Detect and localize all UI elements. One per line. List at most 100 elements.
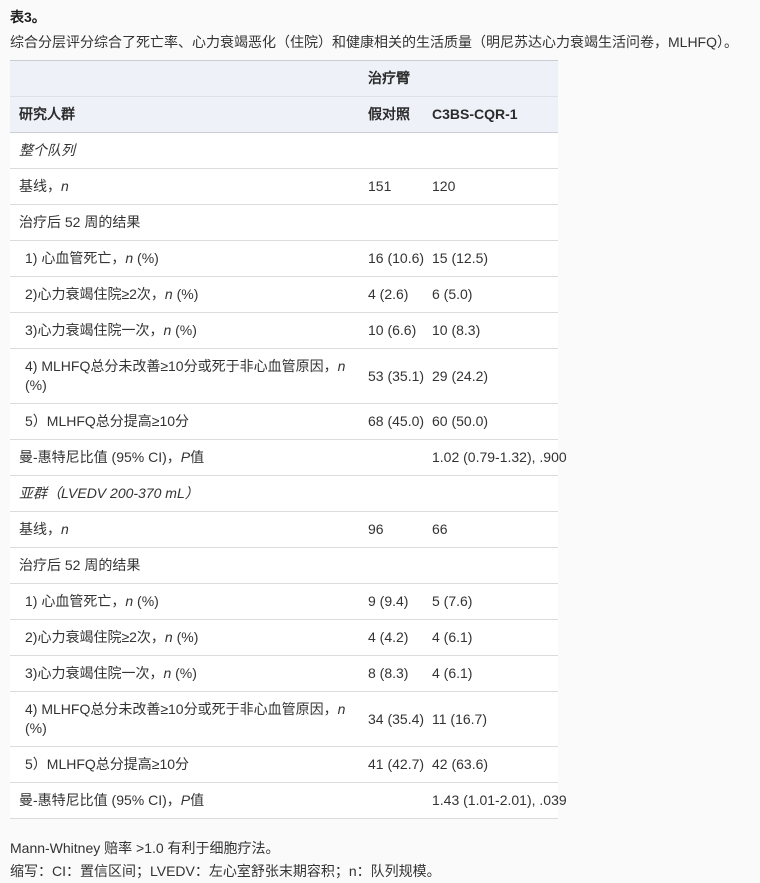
row-label: 亚群（LVEDV 200-370 mL） [10,475,368,512]
c3bs-value-cell: 120 [432,168,558,205]
sham-value-cell: 4 (4.2) [368,619,432,656]
sham-column-header: 假对照 [368,96,432,133]
row-label-suffix: 值 [190,792,205,808]
row-label: 1) 心血管死亡，n (%) [10,240,368,277]
table-row: 曼-惠特尼比值 (95% CI)，P值 1.43 (1.01-2.01), .0… [10,782,567,819]
c3bs-value-cell: 15 (12.5) [432,240,558,277]
table-row: 5）MLHFQ总分提高≥10分 41 (42.7) 42 (63.6) [10,746,558,783]
table-row: 治疗后 52 周的结果 [10,204,558,241]
row-label-italic: n [125,593,134,609]
row-label: 治疗后 52 周的结果 [10,204,368,241]
sham-value-cell [368,475,432,512]
row-label: 基线，n [10,168,368,205]
c3bs-value-cell [432,132,558,169]
page-subtitle: 综合分层评分综合了死亡率、心力衰竭恶化（住院）和健康相关的生活质量（明尼苏达心力… [10,34,738,50]
c3bs-value-cell [432,204,558,241]
results-table: 治疗臂 研究人群 假对照 C3BS-CQR-1 整个队列 基线，n 151 12… [10,60,567,819]
sham-value-cell [368,132,432,169]
row-label-text: 3)心力衰竭住院一次， [25,665,164,681]
row-label: 3)心力衰竭住院一次，n (%) [10,312,368,349]
c3bs-value-cell: 42 (63.6) [432,746,558,783]
column-header-row: 研究人群 假对照 C3BS-CQR-1 [10,96,558,133]
row-label: 5）MLHFQ总分提高≥10分 [10,403,368,440]
footnotes: Mann-Whitney 赔率 >1.0 有利于细胞疗法。 缩写：CI：置信区间… [10,837,750,883]
row-label: 整个队列 [10,132,368,169]
row-label-suffix: 值 [190,449,205,465]
row-label: 曼-惠特尼比值 (95% CI)，P值 [10,439,368,476]
sham-value-cell: 10 (6.6) [368,312,432,349]
row-label-italic: n [61,178,69,194]
c3bs-value-cell: 11 (16.7) [432,691,558,747]
sham-value-cell: 16 (10.6) [368,240,432,277]
page-title: 表3。 [10,9,46,25]
sham-value-cell: 68 (45.0) [368,403,432,440]
row-label-text: 治疗后 52 周的结果 [19,557,141,573]
row-label-text: 5）MLHFQ总分提高≥10分 [25,756,190,772]
sham-value-cell [368,782,432,819]
row-label: 4) MLHFQ总分未改善≥10分或死于非心血管原因，n (%) [10,691,368,747]
c3bs-value-cell: 1.02 (0.79-1.32), .900 [432,439,567,476]
row-label-suffix: (%) [133,250,159,266]
row-label-text: 5）MLHFQ总分提高≥10分 [25,413,190,429]
table-row: 4) MLHFQ总分未改善≥10分或死于非心血管原因，n (%) 53 (35.… [10,348,558,404]
row-label: 治疗后 52 周的结果 [10,547,368,584]
table-row: 基线，n 151 120 [10,168,558,205]
row-label-text: 整个队列 [19,142,75,158]
table-row: 基线，n 96 66 [10,511,558,548]
empty-header-cell [10,60,368,97]
c3bs-value-cell: 1.43 (1.01-2.01), .039 [432,782,567,819]
table-row: 1) 心血管死亡，n (%) 16 (10.6) 15 (12.5) [10,240,558,277]
row-label-suffix: (%) [25,720,47,736]
row-label-italic: n [125,250,134,266]
c3bs-column-header: C3BS-CQR-1 [432,96,558,133]
c3bs-value-cell [432,475,558,512]
row-label-text: 2)心力衰竭住院≥2次， [25,629,165,645]
document: 表3。 综合分层评分综合了死亡率、心力衰竭恶化（住院）和健康相关的生活质量（明尼… [0,0,760,883]
c3bs-value-cell: 60 (50.0) [432,403,558,440]
treatment-arm-row: 治疗臂 [10,60,558,97]
sham-value-cell: 53 (35.1) [368,348,432,404]
row-label-italic: n [61,521,69,537]
c3bs-value-cell: 6 (5.0) [432,276,558,313]
sham-value-cell: 9 (9.4) [368,583,432,620]
row-label-suffix: (%) [172,286,199,302]
table-row: 整个队列 [10,132,558,169]
table-row: 亚群（LVEDV 200-370 mL） [10,475,558,512]
table-row: 2)心力衰竭住院≥2次，n (%) 4 (4.2) 4 (6.1) [10,619,558,656]
row-label-suffix: (%) [133,593,159,609]
sham-value-cell: 34 (35.4) [368,691,432,747]
row-label-suffix: (%) [171,322,197,338]
row-label-text: 基线， [19,178,61,194]
c3bs-value-cell: 10 (8.3) [432,312,558,349]
row-label-text: 2)心力衰竭住院≥2次， [25,286,165,302]
row-label-text: 4) MLHFQ总分未改善≥10分或死于非心血管原因， [25,701,338,717]
sham-value-cell: 8 (8.3) [368,655,432,692]
table-row: 4) MLHFQ总分未改善≥10分或死于非心血管原因，n (%) 34 (35.… [10,691,558,747]
row-label: 3)心力衰竭住院一次，n (%) [10,655,368,692]
row-label-italic: n [337,701,346,717]
row-label-suffix: (%) [171,665,197,681]
row-label: 1) 心血管死亡，n (%) [10,583,368,620]
table-header: 治疗臂 研究人群 假对照 C3BS-CQR-1 [10,60,558,133]
row-label-text: 1) 心血管死亡， [25,250,126,266]
c3bs-value-cell [432,547,558,584]
table-row: 1) 心血管死亡，n (%) 9 (9.4) 5 (7.6) [10,583,558,620]
footnote-mann-whitney: Mann-Whitney 赔率 >1.0 有利于细胞疗法。 [10,840,280,856]
table-row: 2)心力衰竭住院≥2次，n (%) 4 (2.6) 6 (5.0) [10,276,558,313]
row-label-text: 1) 心血管死亡， [25,593,126,609]
row-label-text: 曼-惠特尼比值 (95% CI)， [19,792,181,808]
row-label-suffix: (%) [25,377,47,393]
row-label-text: 曼-惠特尼比值 (95% CI)， [19,449,181,465]
row-label: 5）MLHFQ总分提高≥10分 [10,746,368,783]
sham-value-cell: 41 (42.7) [368,746,432,783]
treatment-arm-header: 治疗臂 [368,60,558,97]
c3bs-value-cell: 4 (6.1) [432,619,558,656]
sham-value-cell: 151 [368,168,432,205]
row-label-italic: n [164,629,173,645]
c3bs-value-cell: 4 (6.1) [432,655,558,692]
row-label-text: 4) MLHFQ总分未改善≥10分或死于非心血管原因， [25,358,338,374]
row-label-italic: n [164,286,173,302]
row-label: 4) MLHFQ总分未改善≥10分或死于非心血管原因，n (%) [10,348,368,404]
table-body: 整个队列 基线，n 151 120 治疗后 52 周的结果 1) 心血管死亡，n… [10,132,567,819]
sham-value-cell [368,439,432,476]
